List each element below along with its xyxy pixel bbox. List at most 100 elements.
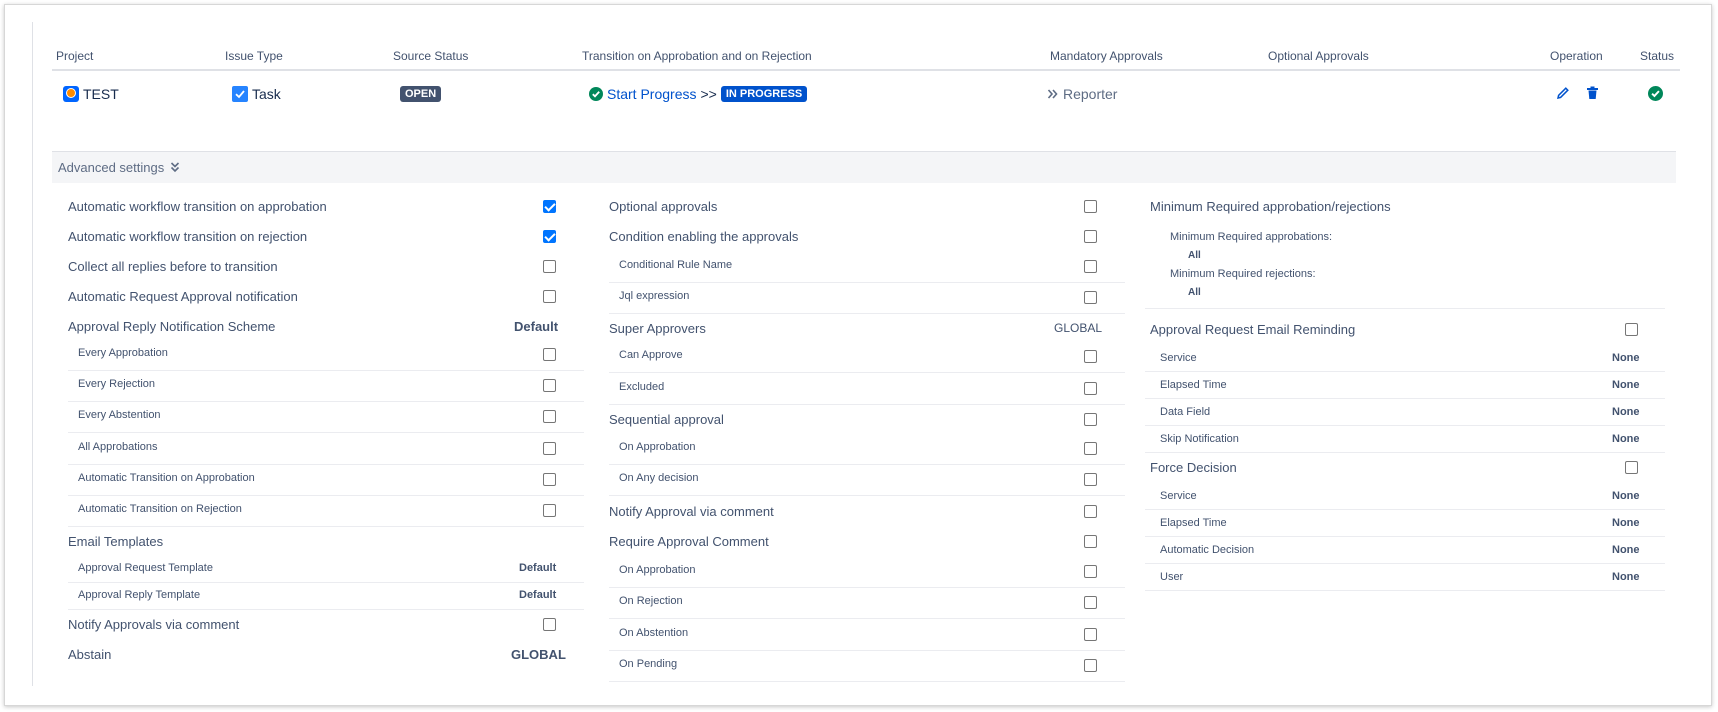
checkbox-optional-approvals[interactable] bbox=[1084, 200, 1097, 213]
panel-frame bbox=[4, 4, 1712, 706]
header-transition: Transition on Approbation and on Rejecti… bbox=[582, 49, 812, 63]
checkbox-condition-enabling-approvals[interactable] bbox=[1084, 230, 1097, 243]
checkbox-every-rejection[interactable] bbox=[543, 379, 556, 392]
checkbox-comment-on-approbation[interactable] bbox=[1084, 565, 1097, 578]
checkbox-can-approve[interactable] bbox=[1084, 350, 1097, 363]
cell-mandatory: Reporter bbox=[1047, 86, 1117, 102]
checkbox-every-approbation[interactable] bbox=[543, 348, 556, 361]
checkbox-on-any-decision[interactable] bbox=[1084, 473, 1097, 486]
setting-auto-request-notification: Automatic Request Approval notification bbox=[68, 289, 298, 304]
checkbox-force-decision[interactable] bbox=[1625, 461, 1638, 474]
left-border bbox=[32, 22, 33, 686]
header-mandatory-approvals: Mandatory Approvals bbox=[1050, 49, 1163, 63]
divider bbox=[1145, 425, 1665, 426]
checkbox-notify-approvals-via-comment[interactable] bbox=[543, 618, 556, 631]
header-source-status: Source Status bbox=[393, 49, 469, 63]
setting-every-abstention: Every Abstention bbox=[78, 409, 161, 421]
cell-transition: Start Progress >> IN PROGRESS bbox=[589, 86, 808, 102]
force-elapsed-time-value: None bbox=[1612, 517, 1640, 529]
divider bbox=[609, 650, 1125, 651]
setting-auto-transition-rejection: Automatic workflow transition on rejecti… bbox=[68, 229, 308, 244]
setting-notify-approval-via-comment: Notify Approval via comment bbox=[609, 504, 774, 519]
divider bbox=[68, 432, 584, 433]
checkbox-email-reminding[interactable] bbox=[1625, 323, 1638, 336]
double-chevron-right-icon bbox=[1047, 89, 1058, 99]
divider bbox=[1145, 536, 1665, 537]
project-avatar-icon bbox=[63, 86, 79, 102]
divider bbox=[609, 282, 1125, 283]
reminding-elapsed-time-value: None bbox=[1612, 379, 1640, 391]
edit-button[interactable] bbox=[1556, 86, 1570, 100]
super-approvers-value: GLOBAL bbox=[1054, 321, 1103, 335]
transition-link[interactable]: Start Progress bbox=[607, 86, 696, 102]
header-operation: Operation bbox=[1550, 49, 1603, 63]
delete-button[interactable] bbox=[1586, 86, 1599, 100]
reminding-service-value: None bbox=[1612, 352, 1640, 364]
advanced-settings-toggle[interactable]: Advanced settings bbox=[52, 151, 1676, 183]
divider bbox=[1145, 308, 1665, 309]
divider bbox=[609, 618, 1125, 619]
approval-reply-template-value: Default bbox=[519, 589, 557, 601]
force-automatic-decision: Automatic Decision bbox=[1160, 544, 1255, 556]
check-circle-icon bbox=[589, 87, 603, 101]
checkbox-sequential-on-approbation[interactable] bbox=[1084, 442, 1097, 455]
approval-request-template-value: Default bbox=[519, 562, 557, 574]
force-user-value: None bbox=[1612, 571, 1640, 583]
divider bbox=[609, 404, 1125, 405]
checkbox-comment-on-abstention[interactable] bbox=[1084, 628, 1097, 641]
setting-every-approbation: Every Approbation bbox=[78, 347, 168, 359]
advanced-settings-label: Advanced settings bbox=[58, 160, 165, 175]
double-chevron-down-icon bbox=[171, 162, 180, 173]
divider bbox=[68, 370, 584, 371]
cell-source-status: OPEN bbox=[400, 86, 442, 102]
checkbox-comment-on-rejection[interactable] bbox=[1084, 596, 1097, 609]
checkbox-auto-request-notification[interactable] bbox=[543, 290, 556, 303]
checkbox-notify-approval-via-comment[interactable] bbox=[1084, 505, 1097, 518]
divider bbox=[609, 313, 1125, 314]
checkbox-jql-expression[interactable] bbox=[1084, 291, 1097, 304]
checkbox-all-approbations[interactable] bbox=[543, 442, 556, 455]
setting-all-approbations: All Approbations bbox=[78, 441, 158, 453]
setting-on-any-decision: On Any decision bbox=[619, 472, 699, 484]
force-elapsed-time: Elapsed Time bbox=[1160, 517, 1227, 529]
trash-icon bbox=[1587, 86, 1598, 99]
divider bbox=[609, 464, 1125, 465]
setting-force-decision: Force Decision bbox=[1150, 460, 1237, 475]
divider bbox=[1145, 371, 1665, 372]
checkbox-conditional-rule-name[interactable] bbox=[1084, 260, 1097, 273]
status-indicator bbox=[1648, 86, 1663, 101]
checkbox-auto-transition-approbation[interactable] bbox=[543, 200, 556, 213]
header-optional-approvals: Optional Approvals bbox=[1268, 49, 1369, 63]
divider bbox=[609, 372, 1125, 373]
issue-type-name: Task bbox=[252, 86, 281, 102]
min-approbations-value: All bbox=[1188, 250, 1201, 261]
setting-minimum-required: Minimum Required approbation/rejections bbox=[1150, 199, 1391, 214]
task-icon bbox=[232, 86, 248, 102]
checkbox-require-approval-comment[interactable] bbox=[1084, 535, 1097, 548]
cell-issue-type: Task bbox=[232, 86, 281, 102]
checkbox-sequential-approval[interactable] bbox=[1084, 413, 1097, 426]
setting-require-approval-comment: Require Approval Comment bbox=[609, 534, 769, 549]
divider bbox=[1145, 563, 1665, 564]
min-rejections-label: Minimum Required rejections: bbox=[1170, 268, 1316, 280]
setting-reply-notification-scheme: Approval Reply Notification Scheme bbox=[68, 319, 276, 334]
setting-jql-expression: Jql expression bbox=[619, 290, 690, 302]
reminding-data-field: Data Field bbox=[1160, 406, 1211, 418]
reminding-data-field-value: None bbox=[1612, 406, 1640, 418]
setting-comment-on-pending: On Pending bbox=[619, 658, 678, 670]
setting-abstain: Abstain bbox=[68, 647, 112, 662]
checkbox-excluded[interactable] bbox=[1084, 382, 1097, 395]
checkbox-auto-transition-on-approbation[interactable] bbox=[543, 473, 556, 486]
setting-sequential-approval: Sequential approval bbox=[609, 412, 724, 427]
checkbox-auto-transition-rejection[interactable] bbox=[543, 230, 556, 243]
checkbox-every-abstention[interactable] bbox=[543, 410, 556, 423]
setting-email-reminding: Approval Request Email Reminding bbox=[1150, 322, 1356, 337]
setting-approval-reply-template: Approval Reply Template bbox=[78, 589, 201, 601]
setting-sequential-on-approbation: On Approbation bbox=[619, 441, 696, 453]
reminding-service: Service bbox=[1160, 352, 1197, 364]
checkbox-comment-on-pending[interactable] bbox=[1084, 659, 1097, 672]
header-issue-type: Issue Type bbox=[225, 49, 283, 63]
checkbox-collect-replies[interactable] bbox=[543, 260, 556, 273]
checkbox-auto-transition-on-rejection[interactable] bbox=[543, 504, 556, 517]
setting-collect-replies: Collect all replies before to transition bbox=[68, 259, 278, 274]
